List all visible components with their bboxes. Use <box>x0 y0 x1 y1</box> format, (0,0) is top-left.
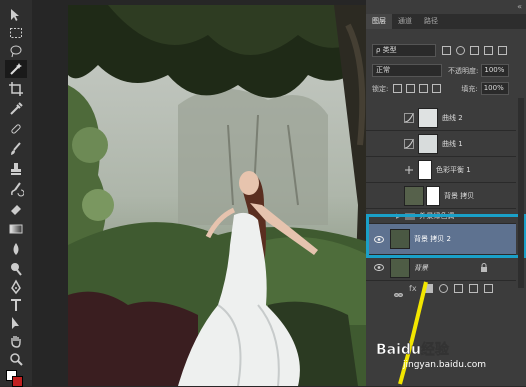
zoom-tool-icon[interactable] <box>5 350 27 368</box>
layers-scrollbar[interactable] <box>518 98 524 288</box>
blend-row: 正常 不透明度: 100% <box>372 64 510 77</box>
dodge-tool-icon[interactable] <box>5 260 27 278</box>
visibility-toggle-off[interactable] <box>372 191 386 201</box>
watermark-brand: Baidu经验 <box>376 341 450 358</box>
visibility-toggle-off[interactable] <box>372 165 386 175</box>
lock-transparent-icon[interactable] <box>393 84 403 93</box>
highlight-annotation-box <box>366 214 526 258</box>
curves-adjustment-icon <box>404 112 414 123</box>
adjustment-filter-icon[interactable] <box>456 46 465 55</box>
new-adjustment-layer-icon[interactable] <box>439 284 448 293</box>
blend-mode-select[interactable]: 正常 <box>372 64 442 77</box>
new-group-icon[interactable] <box>454 284 463 293</box>
layers-bottom-bar: fx <box>366 284 526 298</box>
layer-row-background-copy[interactable]: 背景 拷贝 <box>366 183 516 209</box>
magic-wand-tool-icon[interactable] <box>5 60 27 78</box>
layer-name: 曲线 2 <box>442 113 463 122</box>
layer-mask-thumbnail[interactable] <box>426 185 440 206</box>
layers-panel: « 图层 通道 路径 ρ 类型 正常 不透明度: 100% 锁定: 填充: 10… <box>366 0 526 386</box>
layer-mask-thumbnail[interactable] <box>418 107 438 128</box>
tab-paths[interactable]: 路径 <box>418 14 444 29</box>
watermark-url: jingyan.baidu.com <box>403 360 487 370</box>
lock-position-icon[interactable] <box>419 84 429 93</box>
layer-thumbnail[interactable] <box>390 257 410 278</box>
filter-row: ρ 类型 <box>372 44 507 57</box>
eyedropper-tool-icon[interactable] <box>5 100 27 118</box>
opacity-label: 不透明度: <box>448 66 479 75</box>
layer-name: 背景 拷贝 <box>444 191 475 200</box>
type-filter-icon[interactable] <box>470 46 479 55</box>
filter-kind-select[interactable]: ρ 类型 <box>372 44 436 57</box>
fill-label: 填充: <box>461 84 478 93</box>
lasso-tool-icon[interactable] <box>5 42 27 60</box>
layer-thumbnail[interactable] <box>404 185 424 206</box>
history-brush-tool-icon[interactable] <box>5 180 27 198</box>
background-color-swatch[interactable] <box>12 376 23 387</box>
layer-row-background[interactable]: 背景 <box>366 255 516 281</box>
marquee-tool-icon[interactable] <box>5 24 27 42</box>
curves-adjustment-icon <box>404 138 414 149</box>
tools-panel <box>0 0 33 387</box>
gradient-tool-icon[interactable] <box>5 220 27 238</box>
new-layer-icon[interactable] <box>469 284 478 293</box>
hand-tool-icon[interactable] <box>5 332 27 350</box>
annotation-arrow <box>398 281 428 385</box>
shape-filter-icon[interactable] <box>484 46 493 55</box>
visibility-toggle-off[interactable] <box>372 113 386 123</box>
healing-brush-tool-icon[interactable] <box>5 120 27 138</box>
tab-layers[interactable]: 图层 <box>366 14 392 29</box>
lock-all-icon[interactable] <box>432 84 442 93</box>
move-tool-icon[interactable] <box>5 6 27 24</box>
panel-tabs: 图层 通道 路径 <box>366 14 526 29</box>
opacity-field[interactable]: 100% <box>481 64 510 77</box>
eraser-tool-icon[interactable] <box>5 200 27 218</box>
layer-mask-thumbnail[interactable] <box>418 159 432 180</box>
fill-field[interactable]: 100% <box>480 82 509 95</box>
visibility-toggle-off[interactable] <box>372 139 386 149</box>
eye-icon[interactable] <box>372 263 386 273</box>
layer-row-curves-2[interactable]: 曲线 2 <box>366 105 516 131</box>
brush-tool-icon[interactable] <box>5 140 27 158</box>
layer-name: 背景 <box>414 263 428 272</box>
smart-object-filter-icon[interactable] <box>498 46 507 55</box>
blur-tool-icon[interactable] <box>5 240 27 258</box>
delete-layer-icon[interactable] <box>484 284 493 293</box>
filter-icons <box>442 46 507 55</box>
lock-row: 锁定: 填充: 100% <box>372 82 509 95</box>
lock-image-icon[interactable] <box>406 84 416 93</box>
pen-tool-icon[interactable] <box>5 278 27 296</box>
clone-stamp-tool-icon[interactable] <box>5 160 27 178</box>
lock-icon <box>481 263 487 272</box>
layers-list: 曲线 2 曲线 1 色彩平衡 1 背景 拷贝 ▶ 外景绿色调 背景 拷贝 2 背… <box>366 105 526 285</box>
tab-channels[interactable]: 通道 <box>392 14 418 29</box>
type-tool-icon[interactable] <box>5 296 27 314</box>
panel-collapse-icon[interactable]: « <box>517 2 522 11</box>
color-balance-adjustment-icon <box>405 165 413 174</box>
pixel-filter-icon[interactable] <box>442 46 451 55</box>
document-canvas-area <box>32 0 378 386</box>
layer-row-color-balance-1[interactable]: 色彩平衡 1 <box>366 157 516 183</box>
lock-label: 锁定: <box>372 84 389 93</box>
layer-mask-thumbnail[interactable] <box>418 133 438 154</box>
crop-tool-icon[interactable] <box>5 80 27 98</box>
path-selection-tool-icon[interactable] <box>5 314 27 332</box>
layer-row-curves-1[interactable]: 曲线 1 <box>366 131 516 157</box>
document-photo[interactable] <box>68 5 378 386</box>
layer-name: 色彩平衡 1 <box>436 165 471 174</box>
layer-name: 曲线 1 <box>442 139 463 148</box>
